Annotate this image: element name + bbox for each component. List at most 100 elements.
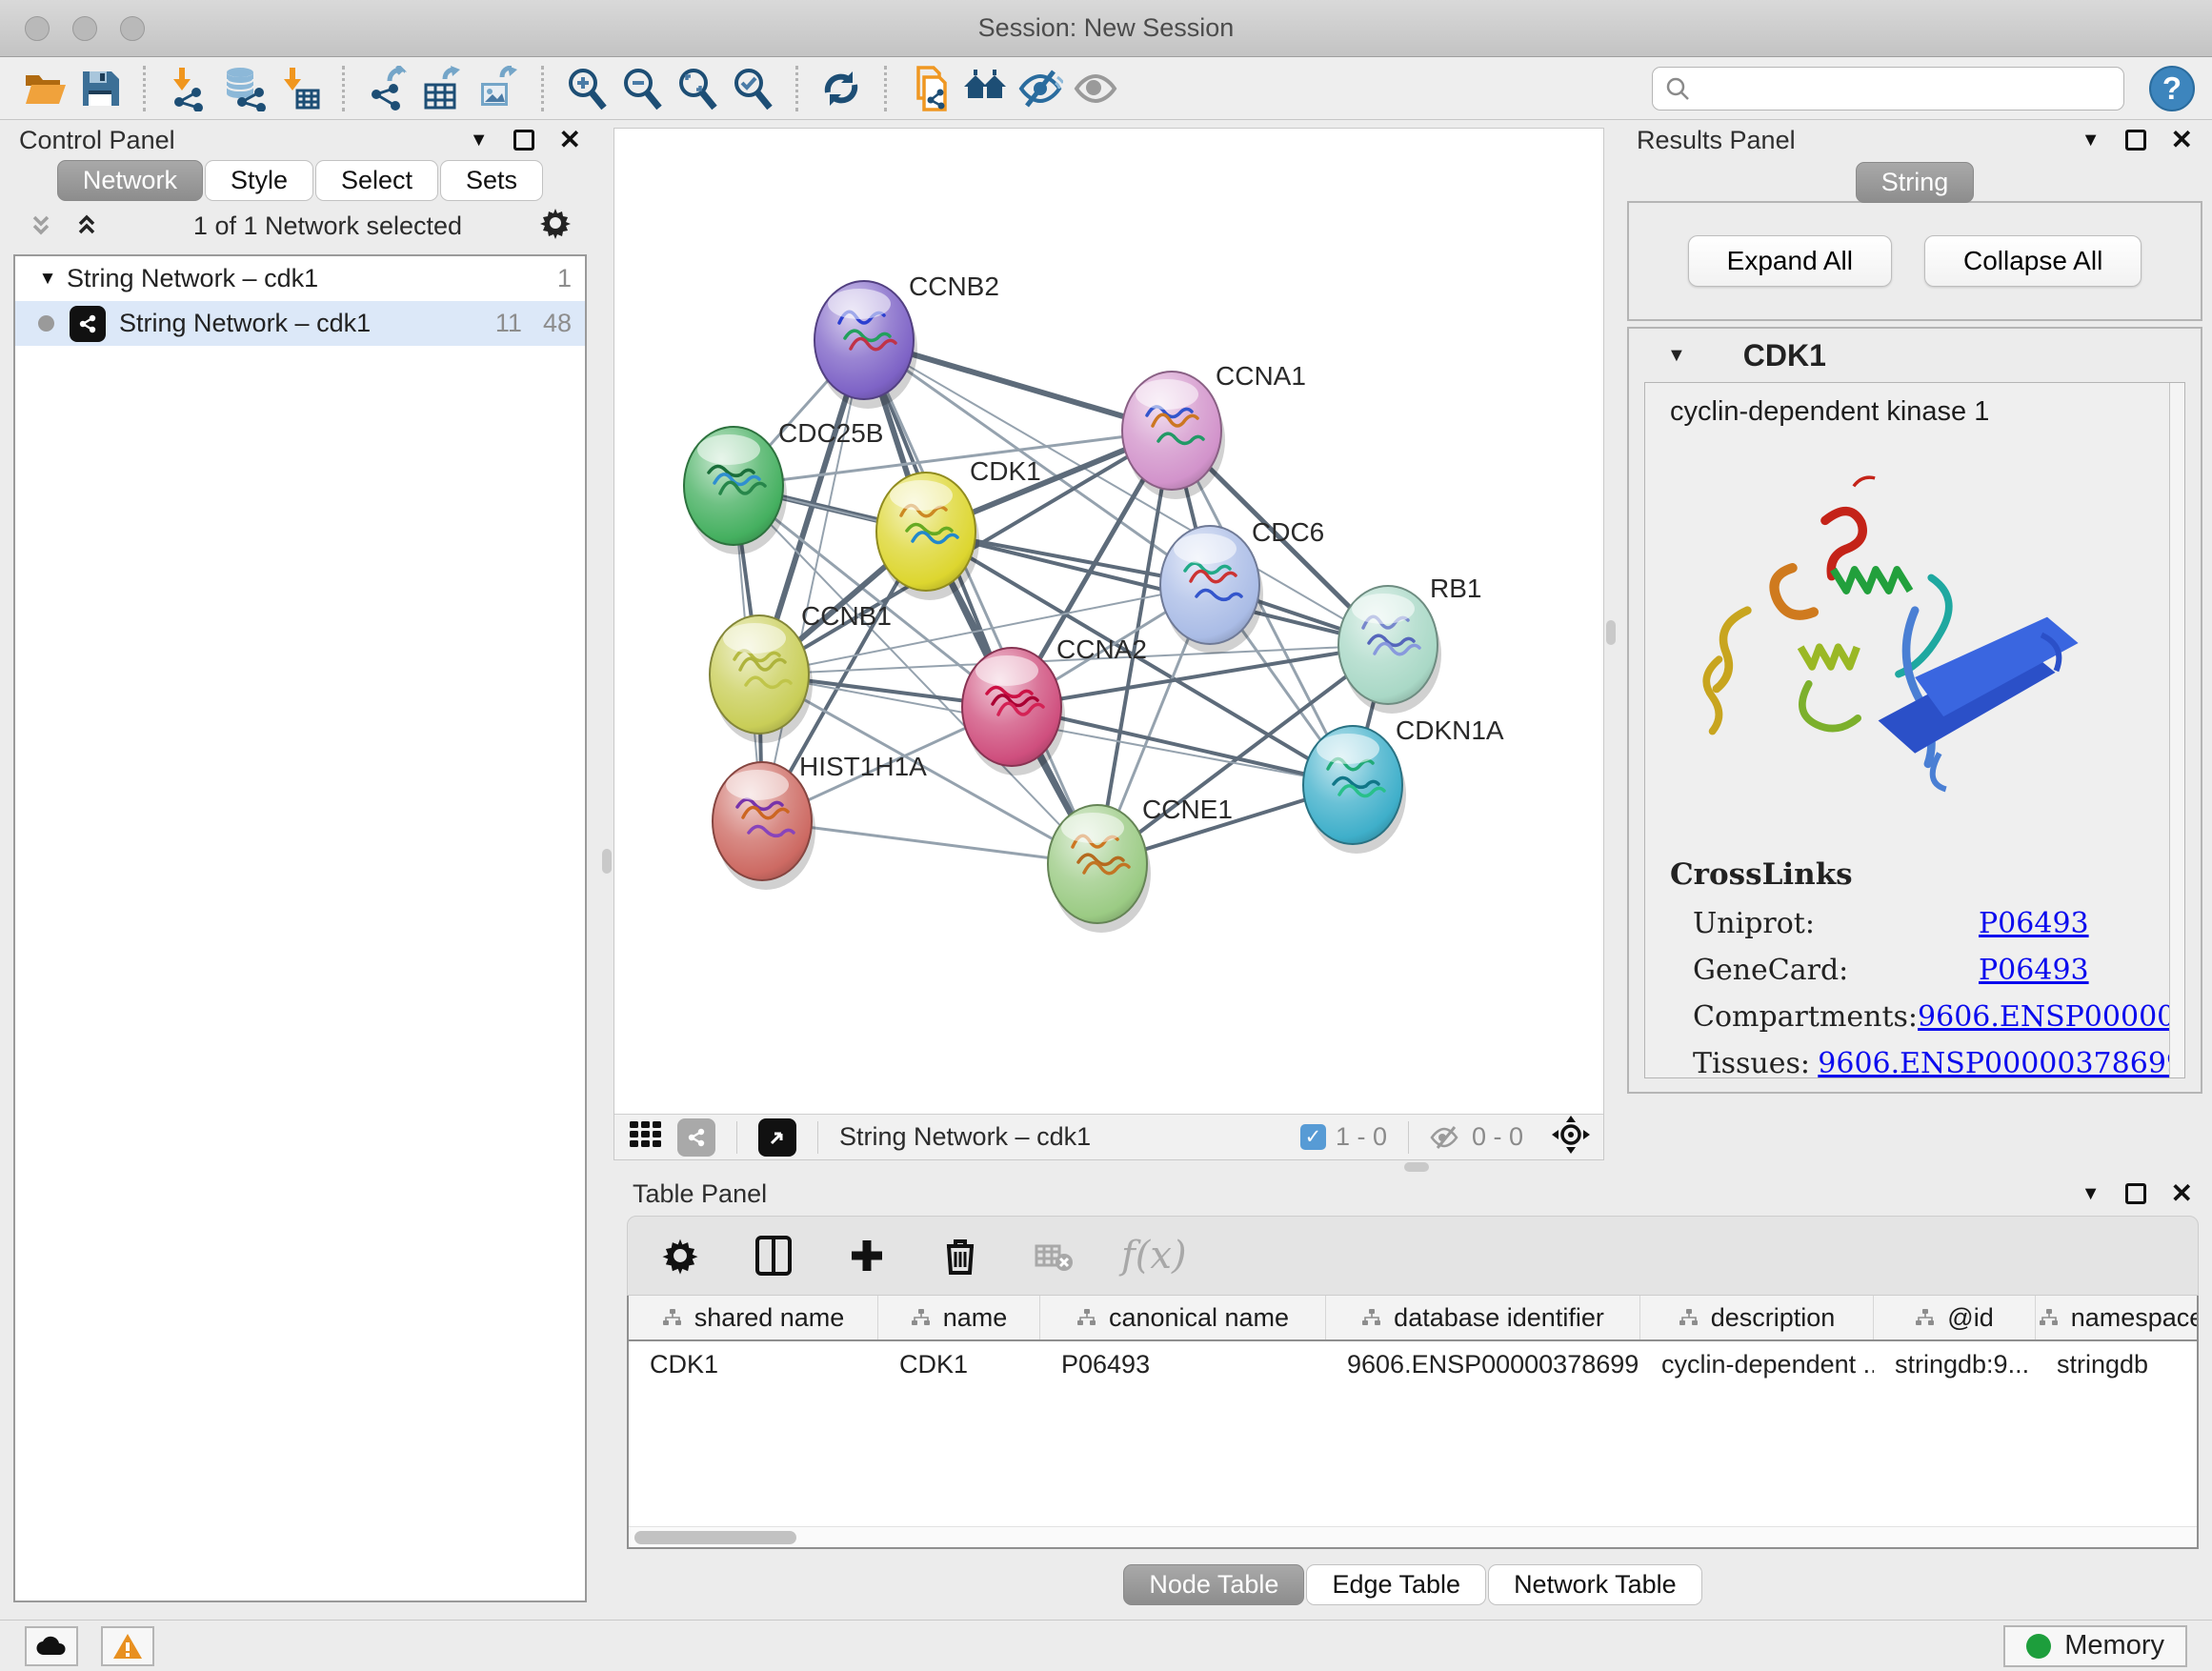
search-input[interactable] — [1699, 73, 2112, 103]
network-node-CDC25B[interactable]: CDC25B — [684, 418, 883, 554]
panel-collapse-icon[interactable]: ▼ — [2081, 130, 2101, 151]
network-node-CDK1[interactable]: CDK1 — [876, 456, 1041, 600]
panel-close-icon[interactable]: ✕ — [559, 127, 581, 153]
zoom-in-icon[interactable] — [559, 62, 614, 115]
network-collection-row[interactable]: ▼ String Network – cdk1 1 — [15, 256, 585, 301]
network-edge[interactable] — [864, 340, 1097, 864]
network-canvas[interactable]: CCNB2 CCNA1 CDC25BCDK1 CDC6RB1 CCNB1 CCNA2 CDK… — [614, 129, 1603, 1114]
network-node-HIST1H1A[interactable]: HIST1H1A — [713, 752, 927, 890]
tab-node-table[interactable]: Node Table — [1123, 1564, 1304, 1605]
network-node-RB1[interactable]: RB1 — [1338, 574, 1481, 714]
genecard-link[interactable]: P06493 — [1979, 954, 2089, 987]
export-table-icon[interactable] — [415, 62, 471, 115]
collapse-all-button[interactable]: Collapse All — [1924, 235, 2142, 287]
network-node-CCNA1[interactable]: CCNA1 — [1122, 361, 1306, 499]
network-node-CDC6[interactable]: CDC6 — [1160, 517, 1324, 654]
show-columns-icon[interactable] — [748, 1230, 799, 1281]
table-cell[interactable]: P06493 — [1040, 1341, 1326, 1387]
network-node-CCNA2[interactable]: CCNA2 — [962, 634, 1147, 775]
panel-float-icon[interactable] — [2125, 130, 2146, 151]
tab-style[interactable]: Style — [205, 160, 313, 201]
export-image-icon[interactable] — [471, 62, 526, 115]
panel-float-icon[interactable] — [513, 130, 534, 151]
column-header-canonical-name[interactable]: canonical name — [1040, 1296, 1326, 1339]
panel-collapse-icon[interactable]: ▼ — [2081, 1183, 2101, 1205]
column-header--id[interactable]: @id — [1874, 1296, 2036, 1339]
homes-icon[interactable] — [957, 62, 1013, 115]
table-hscrollbar[interactable] — [629, 1526, 2197, 1547]
network-edge[interactable] — [762, 340, 864, 821]
expand-all-button[interactable]: Expand All — [1688, 235, 1892, 287]
import-network-icon[interactable] — [161, 62, 216, 115]
column-header-description[interactable]: description — [1640, 1296, 1874, 1339]
column-header-namespace[interactable]: namespace — [2036, 1296, 2199, 1339]
delete-table-icon[interactable] — [1028, 1230, 1079, 1281]
results-scrollbar[interactable] — [2169, 383, 2184, 1077]
zoom-fit-icon[interactable] — [670, 62, 725, 115]
gene-collapse-icon[interactable]: ▼ — [1667, 345, 1686, 367]
column-header-shared-name[interactable]: shared name — [629, 1296, 878, 1339]
help-icon[interactable]: ? — [2149, 66, 2195, 111]
table-gear-icon[interactable] — [654, 1230, 706, 1281]
show-all-icon[interactable] — [1068, 62, 1123, 115]
panel-float-icon[interactable] — [2125, 1183, 2146, 1204]
network-node-CCNB1[interactable]: CCNB1 — [710, 601, 892, 743]
tab-edge-table[interactable]: Edge Table — [1306, 1564, 1486, 1605]
table-cell[interactable]: CDK1 — [629, 1341, 878, 1387]
panel-collapse-icon[interactable]: ▼ — [470, 130, 489, 151]
tab-network-table[interactable]: Network Table — [1488, 1564, 1702, 1605]
open-file-icon[interactable] — [17, 62, 72, 115]
table-row[interactable]: CDK1CDK1P064939606.ENSP00000378699cyclin… — [629, 1341, 2197, 1387]
table-cell[interactable]: cyclin-dependent ... — [1640, 1341, 1874, 1387]
tab-string[interactable]: String — [1856, 162, 1975, 203]
save-session-icon[interactable] — [72, 62, 128, 115]
detach-view-icon[interactable] — [758, 1118, 796, 1157]
hide-selected-icon[interactable] — [1013, 62, 1068, 115]
warnings-button[interactable] — [101, 1626, 154, 1666]
search-box[interactable] — [1652, 67, 2124, 111]
cloud-button[interactable] — [25, 1626, 78, 1666]
tab-sets[interactable]: Sets — [440, 160, 543, 201]
vertical-splitter[interactable] — [1604, 120, 1618, 1160]
compartments-link[interactable]: 9606.ENSP00000378699 — [1918, 1000, 2185, 1034]
horizontal-splitter[interactable] — [613, 1160, 2212, 1174]
network-badge-icon[interactable] — [677, 1118, 715, 1157]
fit-navigate-icon[interactable] — [1550, 1114, 1592, 1160]
memory-button[interactable]: Memory — [2003, 1625, 2187, 1667]
add-column-icon[interactable] — [841, 1230, 893, 1281]
column-header-name[interactable]: name — [878, 1296, 1040, 1339]
collapse-all-networks-icon[interactable] — [27, 211, 55, 240]
column-header-database-identifier[interactable]: database identifier — [1326, 1296, 1640, 1339]
expand-all-networks-icon[interactable] — [72, 211, 101, 240]
zoom-selected-icon[interactable] — [725, 62, 780, 115]
zoom-out-icon[interactable] — [614, 62, 670, 115]
import-database-icon[interactable] — [216, 62, 271, 115]
tree-expand-icon[interactable]: ▼ — [29, 269, 67, 290]
tab-network[interactable]: Network — [57, 160, 203, 201]
table-cell[interactable]: 9606.ENSP00000378699 — [1326, 1341, 1640, 1387]
network-node-CDKN1A[interactable]: CDKN1A — [1303, 715, 1504, 854]
vertical-splitter[interactable] — [600, 120, 613, 1620]
function-builder-icon[interactable]: f(x) — [1121, 1234, 1187, 1278]
network-row[interactable]: String Network – cdk1 11 48 — [15, 301, 585, 346]
network-node-CCNE1[interactable]: CCNE1 — [1048, 795, 1233, 933]
memory-status-icon — [2026, 1634, 2051, 1659]
table-cell[interactable]: stringdb:9... — [1874, 1341, 2036, 1387]
selected-checkbox-icon[interactable]: ✓ — [1300, 1124, 1326, 1150]
network-options-gear-icon[interactable] — [537, 205, 573, 248]
table-cell[interactable]: CDK1 — [878, 1341, 1040, 1387]
birdseye-grid-icon[interactable] — [626, 1116, 664, 1158]
duplicate-network-icon[interactable] — [902, 62, 957, 115]
export-network-icon[interactable] — [360, 62, 415, 115]
import-table-icon[interactable] — [271, 62, 327, 115]
table-cell[interactable]: stringdb — [2036, 1341, 2199, 1387]
network-edge-count: 48 — [543, 309, 572, 338]
delete-column-icon[interactable] — [935, 1230, 986, 1281]
panel-close-icon[interactable]: ✕ — [2171, 1180, 2193, 1207]
tab-select[interactable]: Select — [315, 160, 438, 201]
network-node-CCNB2[interactable]: CCNB2 — [814, 272, 999, 409]
tissues-link[interactable]: 9606.ENSP00000378699 — [1818, 1047, 2184, 1078]
panel-close-icon[interactable]: ✕ — [2171, 127, 2193, 153]
refresh-icon[interactable] — [814, 62, 869, 115]
uniprot-link[interactable]: P06493 — [1979, 907, 2089, 940]
